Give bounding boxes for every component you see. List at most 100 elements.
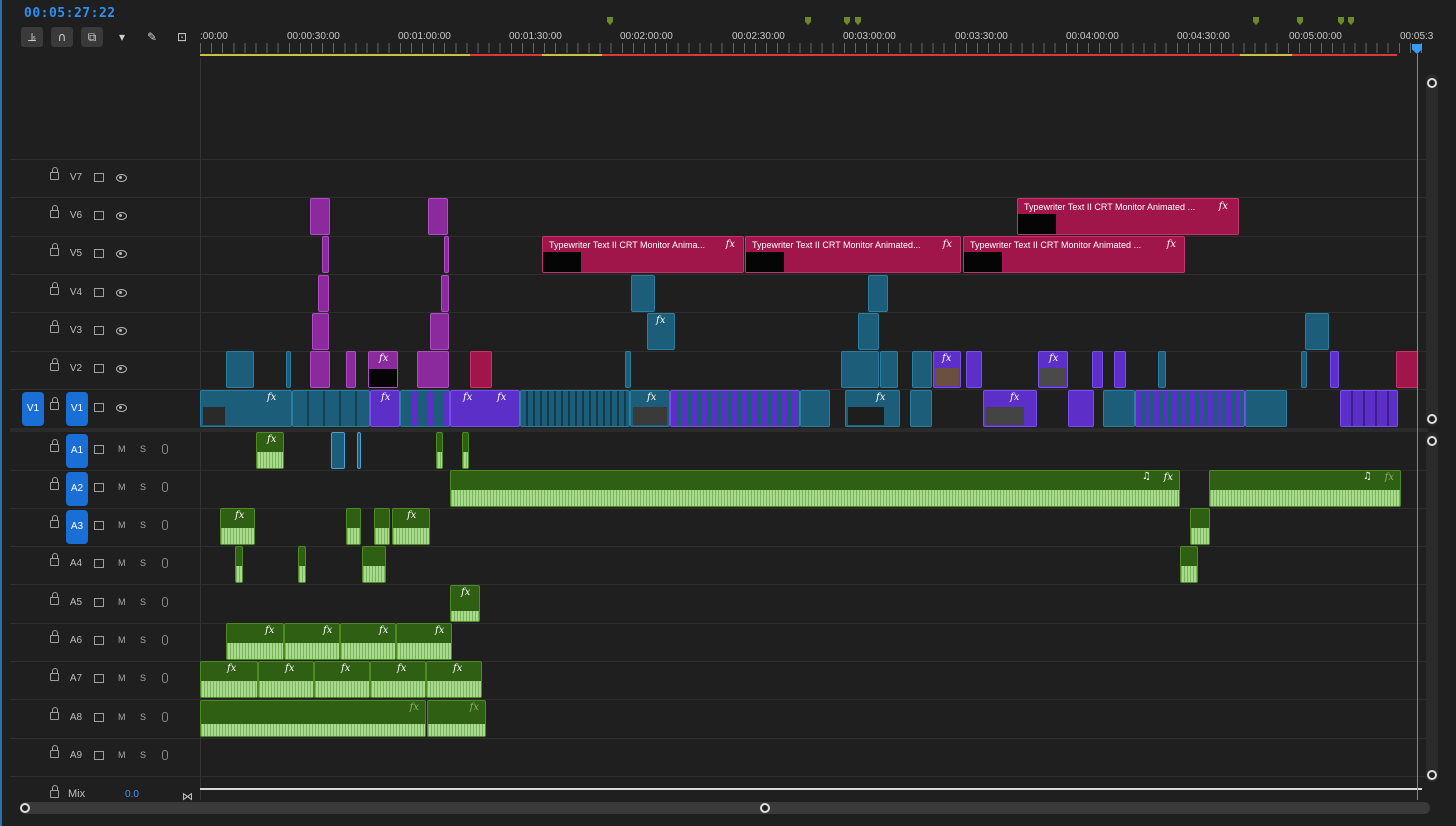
clip-v1[interactable]: fx [983, 390, 1037, 427]
audio-clip-a7[interactable]: fx [200, 661, 258, 698]
audio-clip-a3[interactable]: fx [220, 508, 255, 545]
audio-clip-a1[interactable] [331, 432, 345, 469]
track-name[interactable]: V7 [68, 172, 84, 183]
clip-v1[interactable]: fx [200, 390, 292, 427]
eye-icon[interactable] [116, 250, 127, 258]
audio-clip-a1[interactable] [436, 432, 443, 469]
clip-v1[interactable]: fx [630, 390, 670, 427]
solo-button[interactable]: S [140, 520, 146, 530]
scroll-handle-bottom[interactable] [1427, 414, 1437, 424]
track-name[interactable]: A4 [68, 558, 84, 569]
audio-clip-a7[interactable]: fx [258, 661, 314, 698]
audio-clip-a1[interactable]: fx [256, 432, 284, 469]
solo-button[interactable]: S [140, 482, 146, 492]
lock-icon[interactable] [50, 358, 59, 371]
eye-icon[interactable] [116, 404, 127, 412]
sync-lock-icon[interactable] [94, 403, 104, 412]
clip-v4[interactable] [318, 275, 329, 312]
mic-icon[interactable] [162, 673, 168, 683]
lock-icon[interactable] [50, 745, 59, 758]
lock-icon[interactable] [50, 553, 59, 566]
lock-icon[interactable] [50, 477, 59, 490]
lock-icon[interactable] [50, 320, 59, 333]
clip-v5[interactable] [444, 236, 449, 273]
track-name[interactable]: V3 [68, 325, 84, 336]
sync-lock-icon[interactable] [94, 713, 104, 722]
mic-icon[interactable] [162, 635, 168, 645]
mic-icon[interactable] [162, 597, 168, 607]
audio-clip-a7[interactable]: fx [370, 661, 426, 698]
track-name[interactable]: A2 [66, 472, 88, 506]
clip-v2[interactable] [912, 351, 932, 388]
audio-clip-a4[interactable] [298, 546, 306, 583]
clip-v2[interactable]: fx [933, 351, 961, 388]
video-vertical-scrollbar[interactable] [1426, 74, 1438, 426]
sync-lock-icon[interactable] [94, 364, 104, 373]
horizontal-zoom-scrollbar[interactable] [20, 802, 1430, 814]
clip-v1[interactable] [1135, 390, 1245, 427]
audio-clip-a3[interactable] [1190, 508, 1210, 545]
clip-v2[interactable]: fx [368, 351, 398, 388]
mic-icon[interactable] [162, 444, 168, 454]
clip-v2[interactable] [310, 351, 330, 388]
audio-clip-a6[interactable]: fx [226, 623, 284, 660]
add-marker-icon[interactable]: ▾ [111, 27, 133, 47]
lock-icon[interactable] [50, 243, 59, 256]
clip-v2[interactable] [1092, 351, 1103, 388]
track-name[interactable]: V5 [68, 248, 84, 259]
zoom-handle-left[interactable] [20, 803, 30, 813]
clip-v1[interactable] [520, 390, 630, 427]
sync-lock-icon[interactable] [94, 445, 104, 454]
clip-v6[interactable] [310, 198, 330, 235]
clip-v1[interactable]: fx fx [450, 390, 520, 427]
track-name[interactable]: A7 [68, 673, 84, 684]
clip-v2[interactable] [880, 351, 898, 388]
clip-v2[interactable] [841, 351, 879, 388]
audio-clip-a4[interactable] [1180, 546, 1198, 583]
audio-clip-a4[interactable] [362, 546, 386, 583]
solo-button[interactable]: S [140, 558, 146, 568]
track-name[interactable]: A1 [66, 434, 88, 468]
clip-v2[interactable] [470, 351, 492, 388]
clip-v4[interactable] [441, 275, 449, 312]
clip-v3[interactable] [858, 313, 879, 350]
playhead-timecode[interactable]: 00:05:27:22 [24, 6, 116, 21]
track-name[interactable]: A6 [68, 635, 84, 646]
audio-clip-a2[interactable]: fx ♫ [450, 470, 1180, 507]
audio-clip-a3[interactable]: fx [392, 508, 430, 545]
clip-v1[interactable] [1245, 390, 1287, 427]
audio-clip-a1[interactable] [357, 432, 361, 469]
audio-clip-a2[interactable]: fx ♫ [1209, 470, 1401, 507]
title-clip-v5[interactable]: Typewriter Text II CRT Monitor Animated … [963, 236, 1185, 273]
audio-clip-a6[interactable]: fx [396, 623, 452, 660]
clip-v4[interactable] [868, 275, 888, 312]
mic-icon[interactable] [162, 712, 168, 722]
audio-clip-a1[interactable] [462, 432, 469, 469]
clip-v3[interactable] [1305, 313, 1329, 350]
clip-v1[interactable]: fx [370, 390, 400, 427]
track-name[interactable]: A8 [68, 712, 84, 723]
clip-v1[interactable]: fx [845, 390, 900, 427]
sync-lock-icon[interactable] [94, 483, 104, 492]
sync-lock-icon[interactable] [94, 326, 104, 335]
lock-icon[interactable] [50, 707, 59, 720]
eye-icon[interactable] [116, 174, 127, 182]
clip-v1[interactable] [800, 390, 830, 427]
audio-clip-a8[interactable]: fx [200, 700, 426, 737]
lock-icon[interactable] [50, 515, 59, 528]
mute-button[interactable]: M [118, 482, 126, 492]
lock-icon[interactable] [50, 592, 59, 605]
clip-v2[interactable] [346, 351, 356, 388]
solo-button[interactable]: S [140, 444, 146, 454]
scroll-handle-bottom[interactable] [1427, 770, 1437, 780]
track-name[interactable]: A5 [68, 597, 84, 608]
lock-icon[interactable] [50, 282, 59, 295]
sync-lock-icon[interactable] [94, 674, 104, 683]
zoom-handle-right[interactable] [760, 803, 770, 813]
scroll-handle-top[interactable] [1427, 436, 1437, 446]
audio-clip-a5[interactable]: fx [450, 585, 480, 622]
sync-lock-icon[interactable] [94, 288, 104, 297]
clip-v2[interactable] [1114, 351, 1126, 388]
track-name[interactable]: V6 [68, 210, 84, 221]
linked-selection-icon[interactable]: ⧉ [81, 27, 103, 47]
